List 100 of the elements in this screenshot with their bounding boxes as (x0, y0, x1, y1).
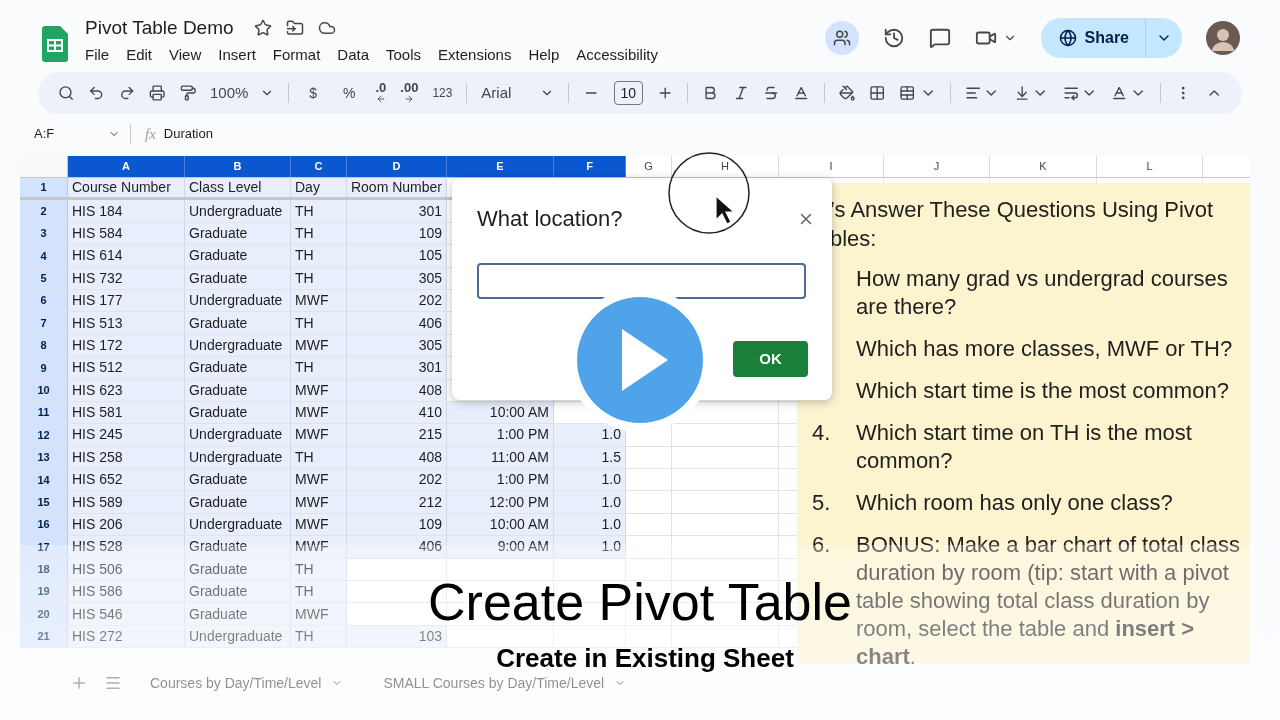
table-cell: TH (291, 357, 347, 379)
table-cell: Graduate (185, 469, 291, 491)
table-cell: HIS 258 (68, 446, 185, 469)
table-cell: MWF (291, 379, 347, 401)
table-cell: Undergraduate (185, 334, 291, 357)
table-cell: Graduate (185, 536, 291, 558)
table-cell: 109 (347, 222, 447, 245)
question-text: BONUS: Make a bar chart of total class duration by room (tip: start with a pivot table showing total class duration by room, select the table and insert > chart. (856, 531, 1241, 671)
table-cell: Course Number (68, 178, 185, 198)
table-cell: HIS 206 (68, 513, 185, 536)
table-cell: Graduate (185, 491, 291, 513)
table-cell: MWF (291, 334, 347, 357)
table-cell: HIS 245 (68, 424, 185, 446)
question-text: How many grad vs undergrad courses are there? (856, 265, 1229, 321)
list-number: 4. (812, 420, 831, 445)
table-cell: MWF (291, 513, 347, 536)
list-number: 6. (812, 532, 831, 557)
table-cell: Day (291, 178, 347, 198)
table-cell: Graduate (185, 581, 291, 603)
table-cell: TH (291, 200, 347, 222)
table-cell: Graduate (185, 401, 291, 424)
table-cell: HIS 172 (68, 334, 185, 357)
table-cell: Graduate (185, 357, 291, 379)
table-cell: HIS 581 (68, 401, 185, 424)
table-cell: Undergraduate (185, 424, 291, 446)
table-cell: 408 (347, 446, 447, 469)
table-cell: 202 (347, 289, 447, 312)
table-cell: TH (291, 312, 347, 334)
question-text: Which start time is the most common? (856, 377, 1230, 405)
table-cell: 202 (347, 469, 447, 491)
table-cell: HIS 513 (68, 312, 185, 334)
table-cell: 215 (347, 424, 447, 446)
table-cell: 1:00 PM (447, 424, 554, 446)
table-cell: HIS 528 (68, 536, 185, 558)
table-cell: HIS 589 (68, 491, 185, 513)
table-cell: HIS 623 (68, 379, 185, 401)
table-cell: 1:00 PM (447, 469, 554, 491)
question-text: Which room has only one class? (856, 489, 1174, 517)
table-cell: Undergraduate (185, 513, 291, 536)
table-cell: Graduate (185, 245, 291, 267)
table-cell: 105 (347, 245, 447, 267)
table-cell: MWF (291, 401, 347, 424)
table-cell: 406 (347, 536, 447, 558)
table-cell: TH (291, 245, 347, 267)
table-cell: Graduate (185, 312, 291, 334)
table-cell: Graduate (185, 603, 291, 625)
table-cell: Graduate (185, 379, 291, 401)
video-subtitle: Create in Existing Sheet (496, 643, 794, 673)
table-cell: 10:00 AM (447, 401, 554, 424)
table-cell: MWF (291, 469, 347, 491)
table-cell: MWF (291, 491, 347, 513)
table-cell: HIS 652 (68, 469, 185, 491)
question-text: Which start time on TH is the most common? (856, 419, 1193, 475)
table-cell: 1.0 (554, 513, 626, 536)
table-cell: Graduate (185, 558, 291, 581)
table-cell: MWF (291, 289, 347, 312)
fx-icon: fx (145, 122, 156, 146)
question-text: Which has more classes, MWF or TH? (856, 335, 1234, 363)
table-cell: HIS 614 (68, 245, 185, 267)
table-cell: HIS 546 (68, 603, 185, 625)
table-cell: 212 (347, 491, 447, 513)
table-cell: Undergraduate (185, 625, 291, 648)
table-cell: 408 (347, 379, 447, 401)
table-cell: 1.0 (554, 491, 626, 513)
table-cell: Undergraduate (185, 200, 291, 222)
table-cell: Graduate (185, 267, 291, 289)
table-cell: 301 (347, 357, 447, 379)
table-cell: HIS 272 (68, 625, 185, 648)
table-cell: HIS 584 (68, 222, 185, 245)
table-cell: HIS 184 (68, 200, 185, 222)
table-cell: 301 (347, 200, 447, 222)
table-cell: 1.5 (554, 446, 626, 469)
table-cell: TH (291, 558, 347, 581)
table-cell: MWF (291, 603, 347, 625)
table-cell: 9:00 AM (447, 536, 554, 558)
table-cell: 11:00 AM (447, 446, 554, 469)
table-cell: TH (291, 267, 347, 289)
table-cell: TH (291, 222, 347, 245)
table-cell: 109 (347, 513, 447, 536)
table-cell: 12:00 PM (447, 491, 554, 513)
table-cell: HIS 506 (68, 558, 185, 581)
table-cell: 1.0 (554, 536, 626, 558)
table-cell: TH (291, 446, 347, 469)
dialog-title: What location? (477, 205, 623, 233)
table-cell: MWF (291, 536, 347, 558)
table-cell: 1.0 (554, 469, 626, 491)
table-cell: Undergraduate (185, 446, 291, 469)
table-cell: 10:00 AM (447, 513, 554, 536)
table-cell: 406 (347, 312, 447, 334)
table-cell: Graduate (185, 222, 291, 245)
list-number: 5. (812, 490, 831, 515)
table-cell: HIS 732 (68, 267, 185, 289)
table-cell: Room Number (347, 178, 447, 198)
table-cell: 410 (347, 401, 447, 424)
table-cell: Undergraduate (185, 289, 291, 312)
table-cell: 305 (347, 334, 447, 357)
table-cell: MWF (291, 424, 347, 446)
table-cell: 305 (347, 267, 447, 289)
table-cell: HIS 512 (68, 357, 185, 379)
table-cell: 1.0 (554, 424, 626, 446)
